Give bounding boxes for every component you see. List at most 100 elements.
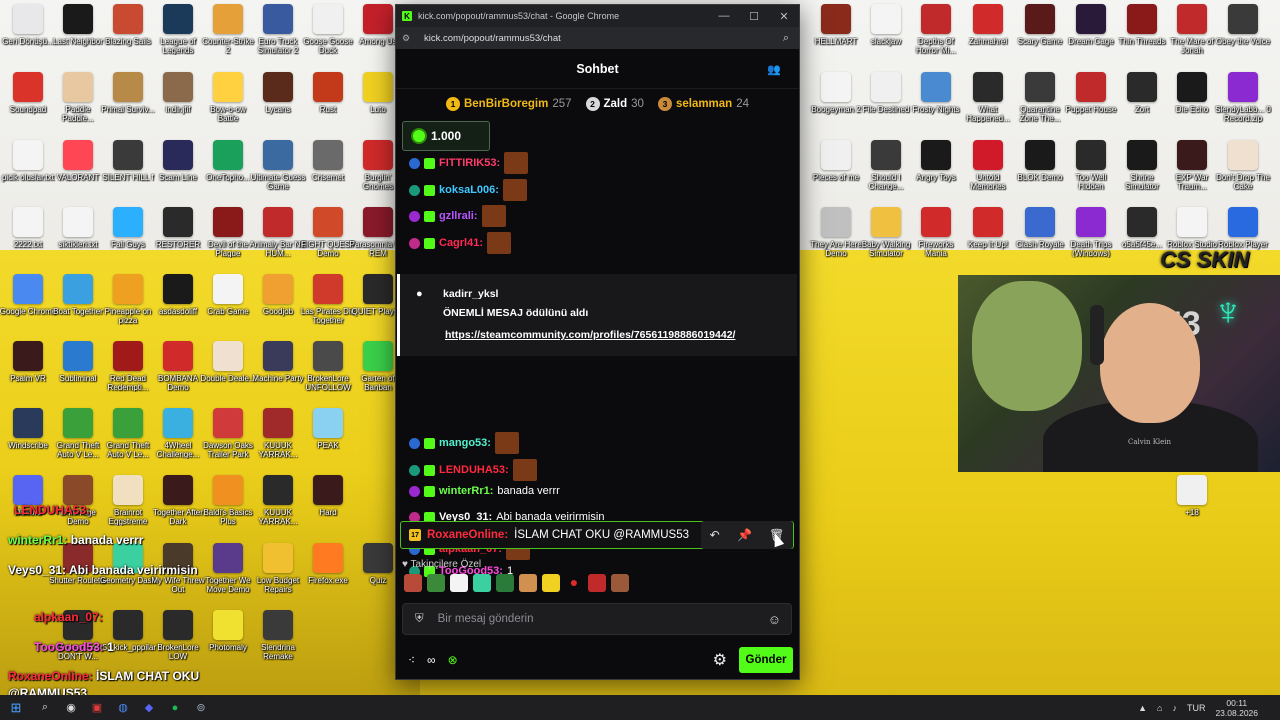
desktop-icon[interactable]: Counter-Strike 2 <box>200 4 256 72</box>
clock[interactable]: 00:11 23.08.2026 <box>1215 698 1258 718</box>
emote[interactable] <box>496 574 514 592</box>
desktop-icon[interactable]: Grand Theft Auto V Le... <box>50 408 106 476</box>
chat-message[interactable]: mango53: <box>409 432 519 454</box>
desktop-icon[interactable]: Google Chrome <box>0 274 56 342</box>
desktop-icon[interactable]: KUUUK YARRAK... <box>250 408 306 476</box>
message-user[interactable]: gzllrali: <box>439 210 478 222</box>
desktop-icon[interactable]: picik oluslar.txt <box>0 140 56 208</box>
desktop-icon[interactable]: Pineapple on pizza <box>100 274 156 342</box>
desktop-icon[interactable]: Clash Royale <box>1012 207 1068 275</box>
desktop-icon[interactable]: SlendyLabb... 0 Record.zip <box>1215 72 1271 140</box>
emote[interactable] <box>519 574 537 592</box>
steam-icon[interactable]: ⊚ <box>188 695 214 720</box>
send-button[interactable]: Gönder <box>739 647 793 673</box>
voicemeeter-icon[interactable]: ▣ <box>84 695 110 720</box>
desktop-icon[interactable]: File Destined <box>858 72 914 140</box>
chat-message[interactable]: gzllrali: <box>409 205 506 227</box>
desktop-icon[interactable]: Slendrina Remake <box>250 610 306 678</box>
site-info-icon[interactable]: ⚙ <box>402 33 414 44</box>
desktop-icon[interactable]: Goodjob <box>250 274 306 342</box>
desktop-icon[interactable]: Blazing Sails <box>100 4 156 72</box>
network-icon[interactable]: ⌂ <box>1157 703 1162 713</box>
desktop-icon[interactable]: PEAK <box>300 408 356 476</box>
message-user[interactable]: mango53: <box>439 437 491 449</box>
desktop-icon[interactable]: Low Budget Repairs <box>250 543 306 611</box>
desktop-icon[interactable]: Animaly Bar NO HUM... <box>249 207 307 275</box>
desktop-icon[interactable]: Too Well Hidden <box>1063 140 1119 208</box>
search-icon[interactable]: ⌕ <box>32 695 58 720</box>
message-user[interactable]: RoxaneOnline: <box>427 529 508 541</box>
desktop-icon[interactable]: Goose Goose Duck <box>300 4 356 72</box>
desktop-icon[interactable]: Dream Cage <box>1063 4 1119 72</box>
leaderboard-entry[interactable]: 3 selamman 24 <box>657 97 749 111</box>
desktop-icon[interactable]: VALORANT <box>50 140 106 208</box>
desktop-icon[interactable]: 4Wheel Challenge... <box>150 408 206 476</box>
language-indicator[interactable]: TUR <box>1187 703 1206 713</box>
desktop-icon[interactable]: Soundpad <box>0 72 56 140</box>
desktop-icon[interactable]: Firefox.exe <box>300 543 356 611</box>
close-button[interactable]: ✕ <box>769 10 799 23</box>
desktop-icon[interactable]: +18 <box>1164 475 1220 543</box>
desktop-icon[interactable]: Zahmahrel <box>960 4 1016 72</box>
desktop-icon[interactable]: Windscribe <box>0 408 56 476</box>
desktop-icon[interactable]: Fall Guys <box>100 207 156 275</box>
desktop-icon[interactable]: BOMBANA Demo <box>150 341 206 409</box>
desktop-icon[interactable]: Pieces of me <box>808 140 864 208</box>
desktop-icon[interactable]: FIGHT QUEST Demo <box>300 207 356 275</box>
address-bar[interactable]: ⚙ kick.com/popout/rammus53/chat ⌕ <box>396 27 799 49</box>
desktop-icon[interactable]: My Wife Threw Out <box>150 543 206 611</box>
desktop-icon[interactable]: Scam Line <box>150 140 206 208</box>
minimize-button[interactable]: — <box>709 10 739 23</box>
desktop-icon[interactable]: League of Legends <box>150 4 206 72</box>
message-user[interactable]: FITTIRIK53: <box>439 157 500 169</box>
desktop-icon[interactable]: slackjaw <box>858 4 914 72</box>
desktop-icon[interactable]: Don't Drop The Cake <box>1215 140 1271 208</box>
desktop-icon[interactable]: Psalm VR <box>0 341 56 409</box>
desktop-icon[interactable]: Angry Toys <box>908 140 964 208</box>
desktop-icon[interactable]: OneTopho... <box>200 140 256 208</box>
desktop-icon[interactable]: Hard <box>300 475 356 543</box>
emote[interactable] <box>611 574 629 592</box>
desktop-icon[interactable]: Devil of the Plague <box>200 207 256 275</box>
desktop-icon[interactable]: Keep It Up! <box>960 207 1016 275</box>
leaderboard-entry[interactable]: 2 Zald 30 <box>585 97 644 111</box>
infinity-icon[interactable]: ∞ <box>427 653 436 667</box>
desktop-icon[interactable]: Las Pirates Die Together <box>300 274 356 342</box>
desktop-icon[interactable]: RESTORER <box>150 207 206 275</box>
emoji-icon[interactable]: ☺ <box>768 612 781 627</box>
desktop-icon[interactable]: Baldi's Basics Plus <box>200 475 256 543</box>
chat-message-list[interactable]: ● kadirr_yksl ÖNEMLİ MESAJ ödülünü aldı … <box>396 121 799 577</box>
emote[interactable]: ● <box>565 574 583 592</box>
chrome-icon[interactable]: ◍ <box>110 695 136 720</box>
emote[interactable] <box>404 574 422 592</box>
leaderboard-entry[interactable]: 1 BenBirBoregim 257 <box>445 97 572 111</box>
message-user[interactable]: koksaL006: <box>439 184 499 196</box>
message-user[interactable]: Cagrl41: <box>439 237 483 249</box>
desktop-icon[interactable]: Baby Walking Simulator <box>858 207 914 275</box>
desktop-icon[interactable]: Together After Dark <box>150 475 206 543</box>
chat-message[interactable]: winterRr1: banada verrr <box>409 485 560 497</box>
desktop-icon[interactable]: Quarantine Zone The... <box>1012 72 1068 140</box>
desktop-icon[interactable]: Primal Surviv... <box>100 72 156 140</box>
reward-user[interactable]: kadirr_yksl <box>443 288 498 300</box>
desktop-icon[interactable]: EXP War Traum... <box>1164 140 1220 208</box>
desktop-icon[interactable]: Euro Truck Simulator 2 <box>250 4 306 72</box>
desktop-icon[interactable]: Grand Theft Auto V Le... <box>100 408 156 476</box>
desktop-icon[interactable]: KUUUK YARRAK... <box>250 475 306 543</box>
desktop-icon[interactable]: Crab Game <box>200 274 256 342</box>
desktop-icon[interactable]: The Mare of Jonah <box>1164 4 1220 72</box>
desktop-icon[interactable]: Shrine Simulator <box>1114 140 1170 208</box>
spotify-icon[interactable]: ● <box>162 695 188 720</box>
maximize-button[interactable]: ☐ <box>739 10 769 23</box>
desktop-icon[interactable]: Boogeyman 2 <box>808 72 864 140</box>
desktop-icon[interactable]: Fireworks Mania <box>908 207 964 275</box>
desktop-icon[interactable]: Together We Move Demo <box>200 543 256 611</box>
desktop-icon[interactable]: indir.jfif <box>150 72 206 140</box>
desktop-icon[interactable]: Bow-o-ow Battle <box>200 72 256 140</box>
kick-dots-icon[interactable]: ⁖ <box>408 653 415 667</box>
desktop-icon[interactable]: Puppet House <box>1063 72 1119 140</box>
users-icon[interactable]: 👥 <box>767 63 781 76</box>
zoom-icon[interactable]: ⌕ <box>783 32 789 45</box>
desktop-icon[interactable]: Double Deale... <box>200 341 256 409</box>
emote[interactable] <box>450 574 468 592</box>
